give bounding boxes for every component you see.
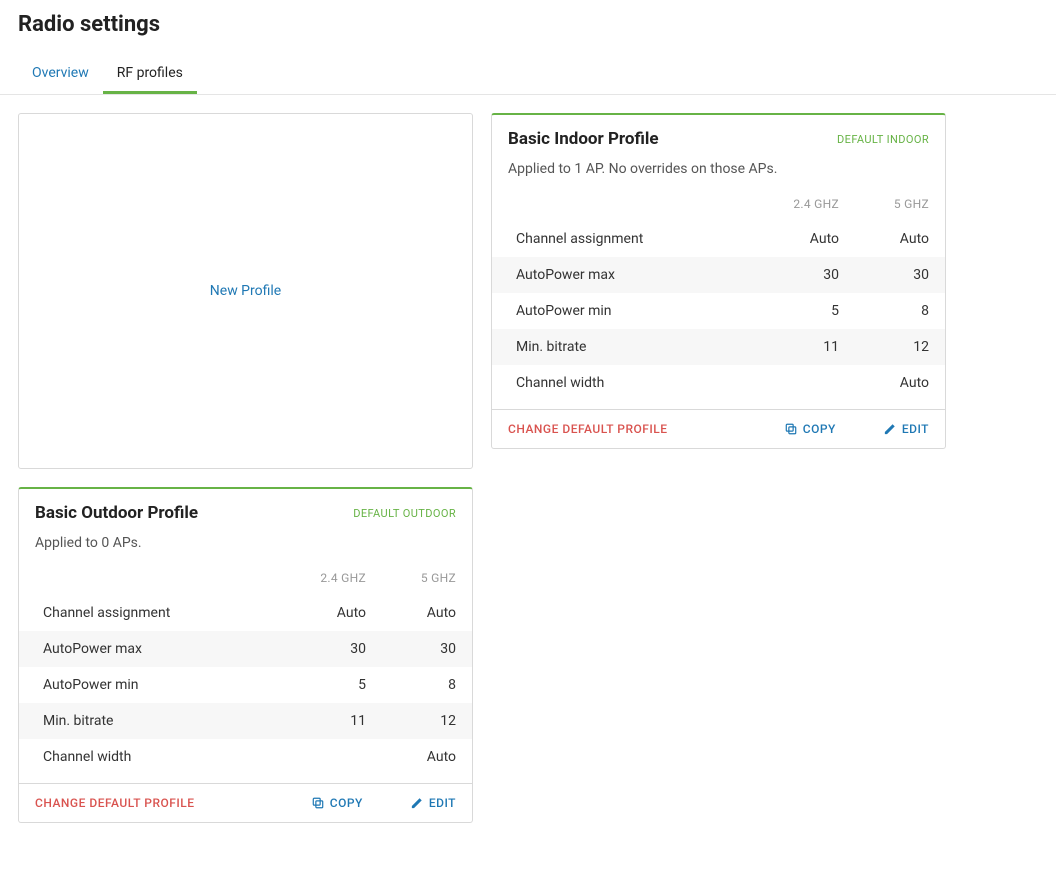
- profile-table-outdoor: 2.4 GHZ 5 GHZ Channel assignment Auto Au…: [19, 565, 472, 775]
- cell-value: 8: [855, 293, 945, 329]
- row-label: AutoPower min: [19, 667, 282, 703]
- table-row: Channel assignment Auto Auto: [19, 595, 472, 631]
- tabs: Overview RF profiles: [0, 55, 1056, 95]
- cell-value: 11: [755, 329, 855, 365]
- row-label: Channel assignment: [492, 221, 755, 257]
- cell-value: 30: [282, 631, 382, 667]
- cell-value: 11: [282, 703, 382, 739]
- default-badge-indoor: DEFAULT INDOOR: [837, 133, 929, 146]
- row-label: AutoPower min: [492, 293, 755, 329]
- edit-button[interactable]: EDIT: [884, 422, 929, 436]
- col-header-5ghz: 5 GHZ: [382, 565, 472, 595]
- table-row: AutoPower max 30 30: [492, 257, 945, 293]
- change-default-button[interactable]: CHANGE DEFAULT PROFILE: [508, 422, 668, 436]
- row-label: Min. bitrate: [492, 329, 755, 365]
- profile-table-indoor: 2.4 GHZ 5 GHZ Channel assignment Auto Au…: [492, 191, 945, 401]
- table-row: AutoPower min 5 8: [19, 667, 472, 703]
- cell-value: 30: [755, 257, 855, 293]
- cell-value: Auto: [755, 221, 855, 257]
- cell-value: Auto: [855, 365, 945, 401]
- cell-value: [755, 365, 855, 401]
- edit-label: EDIT: [902, 422, 929, 436]
- pencil-icon: [884, 423, 896, 435]
- pencil-icon: [411, 797, 423, 809]
- cell-value: [282, 739, 382, 775]
- profile-card-outdoor: Basic Outdoor Profile DEFAULT OUTDOOR Ap…: [18, 487, 473, 823]
- copy-icon: [785, 423, 797, 435]
- copy-label: COPY: [803, 422, 836, 436]
- page-title: Radio settings: [18, 12, 1038, 37]
- row-label: AutoPower max: [492, 257, 755, 293]
- profile-name-indoor: Basic Indoor Profile: [508, 129, 659, 149]
- cell-value: 5: [282, 667, 382, 703]
- col-header-5ghz: 5 GHZ: [855, 191, 945, 221]
- cell-value: 30: [382, 631, 472, 667]
- edit-button[interactable]: EDIT: [411, 796, 456, 810]
- cell-value: Auto: [855, 221, 945, 257]
- table-row: Min. bitrate 11 12: [19, 703, 472, 739]
- change-default-button[interactable]: CHANGE DEFAULT PROFILE: [35, 796, 195, 810]
- table-row: Min. bitrate 11 12: [492, 329, 945, 365]
- applied-text-outdoor: Applied to 0 APs.: [19, 527, 472, 565]
- table-row: AutoPower min 5 8: [492, 293, 945, 329]
- row-label: Channel width: [492, 365, 755, 401]
- cell-value: 30: [855, 257, 945, 293]
- cell-value: Auto: [382, 595, 472, 631]
- table-row: Channel assignment Auto Auto: [492, 221, 945, 257]
- tab-overview[interactable]: Overview: [18, 55, 103, 94]
- default-badge-outdoor: DEFAULT OUTDOOR: [353, 507, 456, 520]
- new-profile-link[interactable]: New Profile: [210, 283, 281, 299]
- cell-value: 8: [382, 667, 472, 703]
- row-label: AutoPower max: [19, 631, 282, 667]
- edit-label: EDIT: [429, 796, 456, 810]
- cards-container: New Profile Basic Indoor Profile DEFAULT…: [0, 95, 1056, 841]
- copy-button[interactable]: COPY: [312, 796, 363, 810]
- cell-value: 12: [855, 329, 945, 365]
- cell-value: 5: [755, 293, 855, 329]
- table-row: AutoPower max 30 30: [19, 631, 472, 667]
- table-row: Channel width Auto: [19, 739, 472, 775]
- col-header-24ghz: 2.4 GHZ: [282, 565, 382, 595]
- table-row: Channel width Auto: [492, 365, 945, 401]
- row-label: Channel width: [19, 739, 282, 775]
- cell-value: Auto: [282, 595, 382, 631]
- row-label: Channel assignment: [19, 595, 282, 631]
- col-header-24ghz: 2.4 GHZ: [755, 191, 855, 221]
- tab-rf-profiles[interactable]: RF profiles: [103, 55, 197, 94]
- applied-text-indoor: Applied to 1 AP. No overrides on those A…: [492, 153, 945, 191]
- profile-card-indoor: Basic Indoor Profile DEFAULT INDOOR Appl…: [491, 113, 946, 449]
- row-label: Min. bitrate: [19, 703, 282, 739]
- cell-value: 12: [382, 703, 472, 739]
- profile-name-outdoor: Basic Outdoor Profile: [35, 503, 198, 523]
- copy-button[interactable]: COPY: [785, 422, 836, 436]
- copy-label: COPY: [330, 796, 363, 810]
- new-profile-card[interactable]: New Profile: [18, 113, 473, 469]
- cell-value: Auto: [382, 739, 472, 775]
- copy-icon: [312, 797, 324, 809]
